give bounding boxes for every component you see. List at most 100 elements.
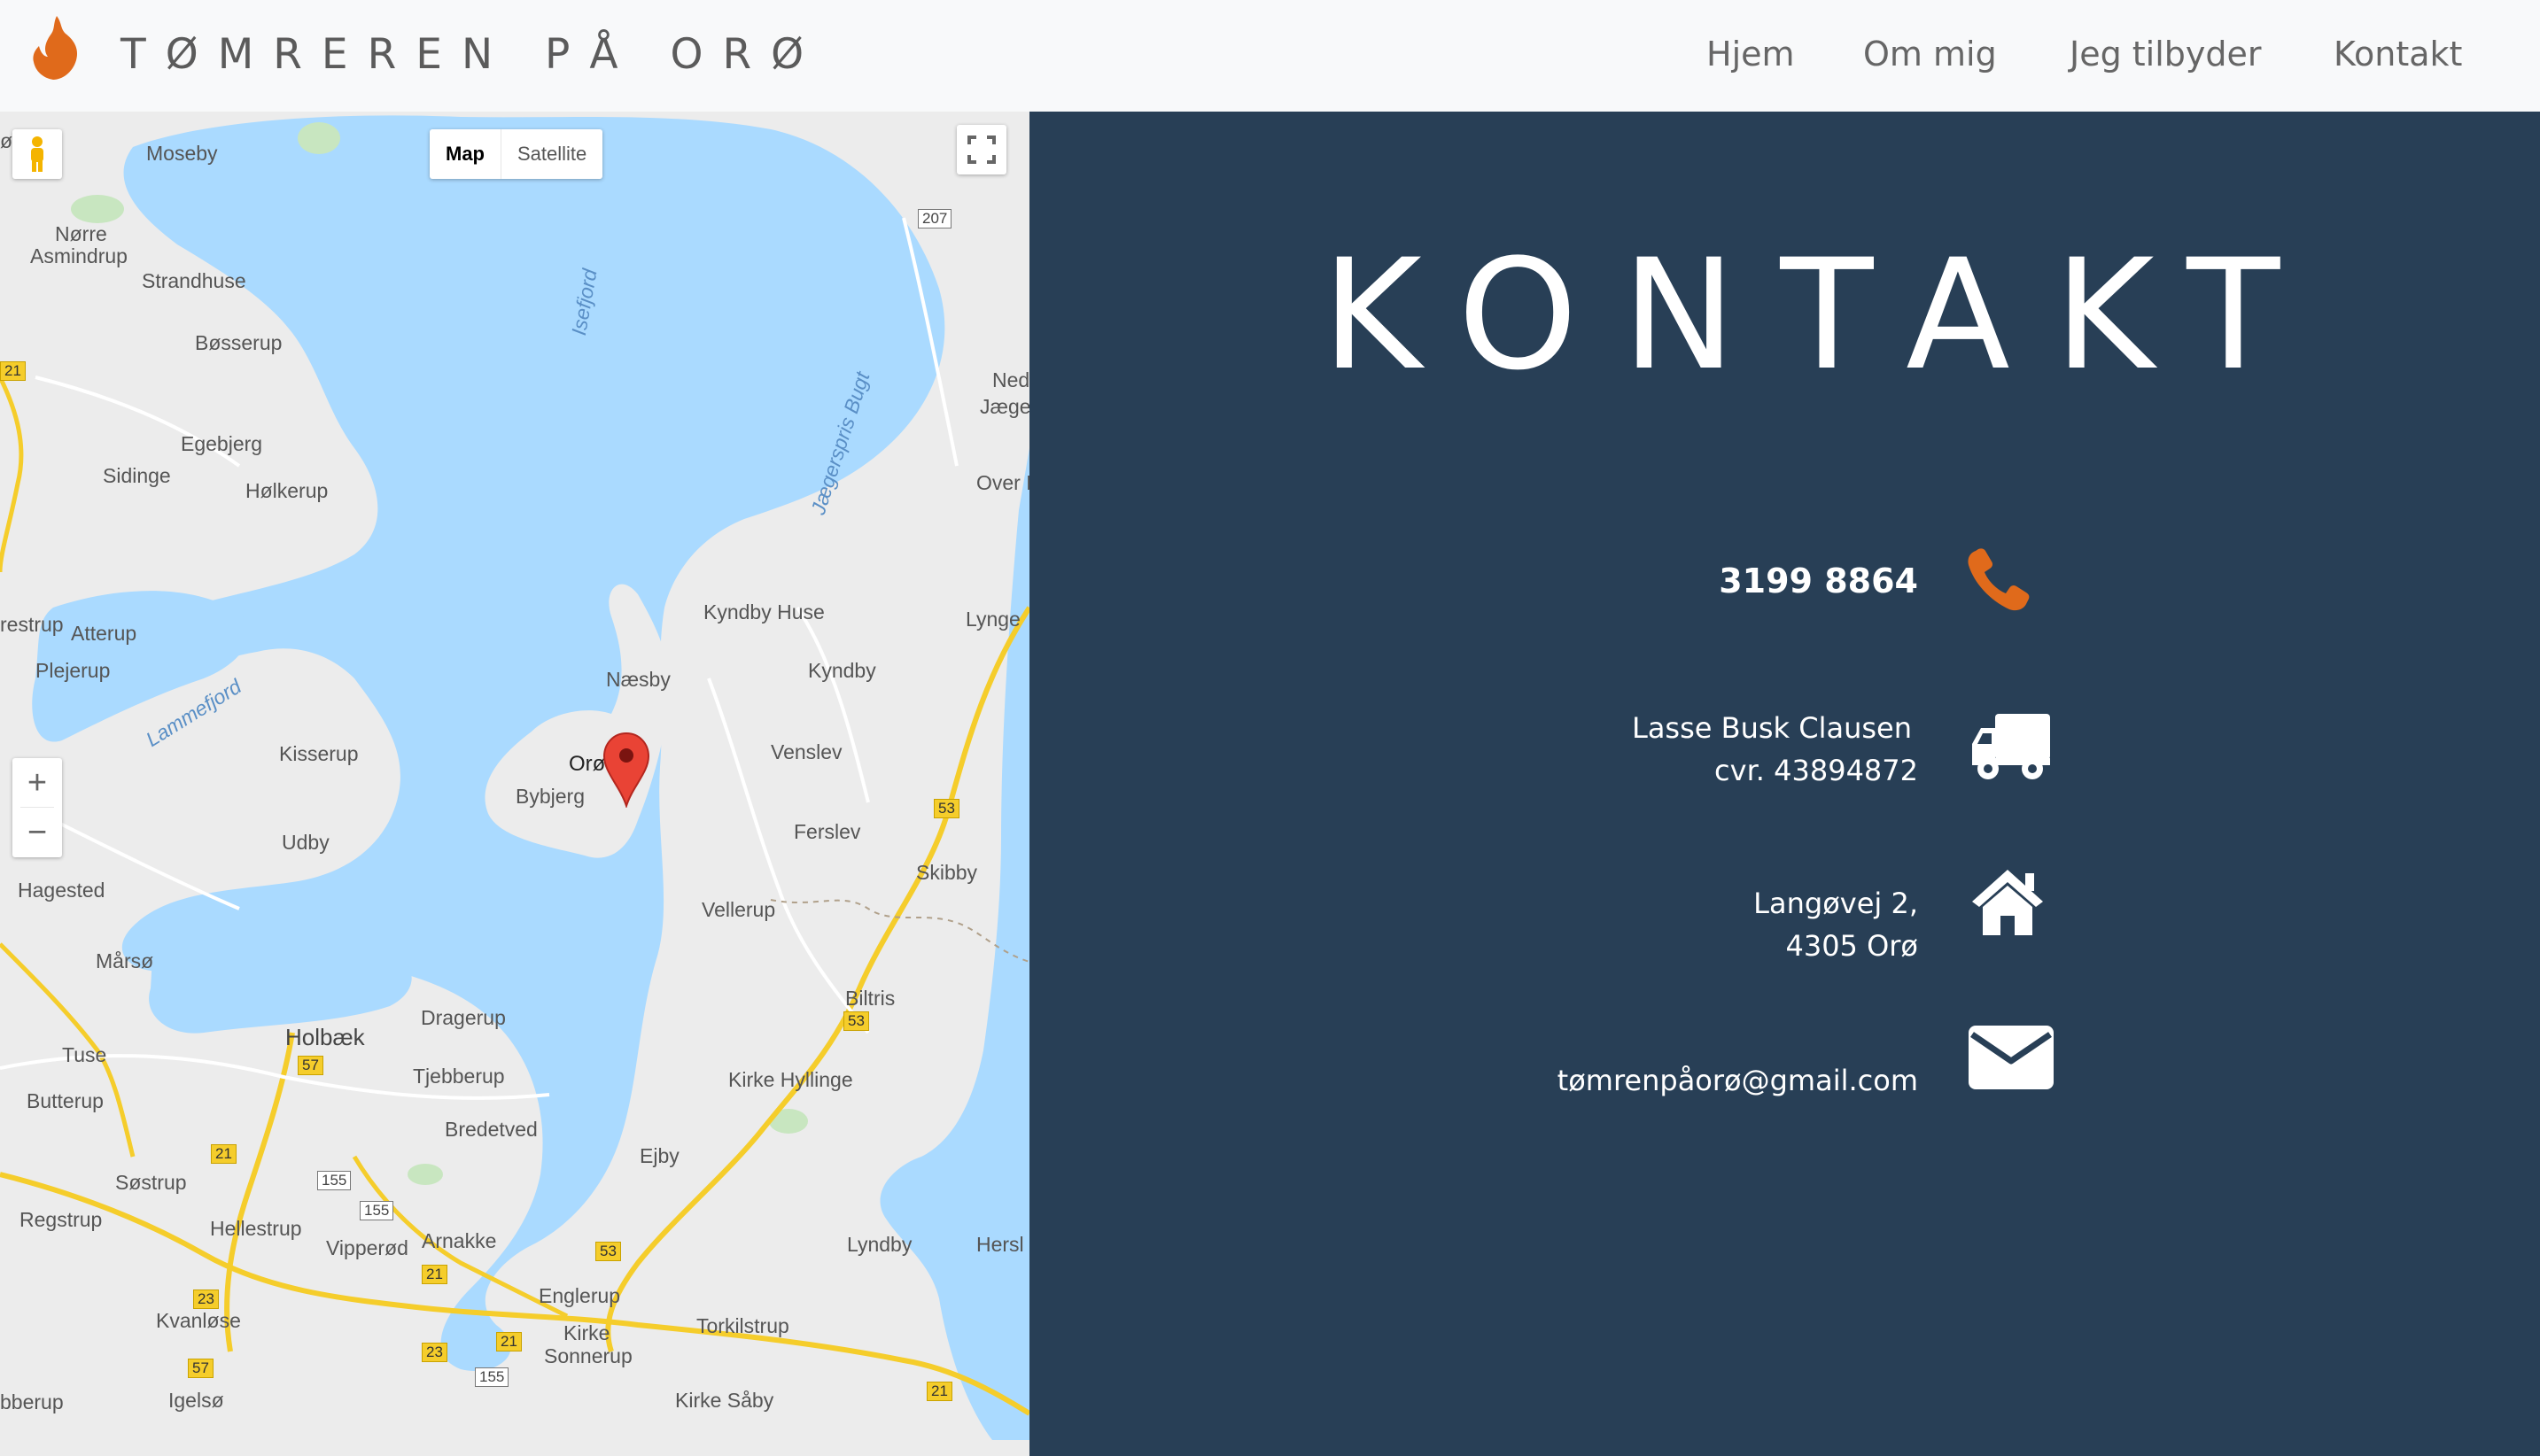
road-shield: 155 xyxy=(475,1367,509,1387)
map-label: Arnakke xyxy=(422,1229,497,1252)
map-type-satellite-button[interactable]: Satellite xyxy=(501,129,602,179)
road-shield: 21 xyxy=(496,1332,522,1351)
road-shield: 53 xyxy=(595,1242,621,1261)
map-label: Vellerup xyxy=(702,898,776,921)
map-label: Hagested xyxy=(18,879,105,902)
map-label: Orø xyxy=(569,752,606,776)
map-label: Vipperød xyxy=(326,1236,408,1259)
flame-logo-icon[interactable] xyxy=(30,14,82,81)
home-icon xyxy=(1972,870,2043,935)
road-shield: 207 xyxy=(918,209,952,228)
contact-title: KONTAKT xyxy=(1322,226,2325,404)
address-city: 4305 Orø xyxy=(1785,929,1918,963)
nav-item-hjem[interactable]: Hjem xyxy=(1706,32,1795,76)
location-marker-icon[interactable] xyxy=(602,732,650,808)
map-label: Udby xyxy=(282,831,330,854)
map-label: Lyndby xyxy=(847,1233,913,1256)
road-shield: 155 xyxy=(317,1171,352,1190)
pegman-icon xyxy=(31,136,43,172)
map-label: Atterup xyxy=(71,622,137,645)
map-label: Egebjerg xyxy=(181,432,263,455)
road-shield: 21 xyxy=(211,1144,237,1164)
map-label: Jæge xyxy=(980,395,1029,418)
brand-title[interactable]: TØMREREN PÅ ORØ xyxy=(120,30,823,80)
zoom-control: + − xyxy=(12,758,62,857)
map-label: Plejerup xyxy=(35,659,111,682)
map-label: Butterup xyxy=(27,1089,104,1112)
nav-item-om-mig[interactable]: Om mig xyxy=(1863,32,1997,76)
map-label: Sonnerup xyxy=(544,1344,633,1367)
road-shield: 21 xyxy=(927,1382,952,1401)
map-label: Regstrup xyxy=(19,1208,103,1231)
road-shield: 21 xyxy=(422,1265,447,1284)
fullscreen-icon xyxy=(967,136,996,164)
cvr-number: cvr. 43894872 xyxy=(1714,754,1918,787)
map-label: Sidinge xyxy=(103,464,171,487)
truck-icon xyxy=(1972,714,2050,779)
map-label: Tuse xyxy=(62,1043,107,1066)
map-label: Biltris xyxy=(845,987,896,1010)
map-label: Ejby xyxy=(640,1144,680,1167)
map-label: Englerup xyxy=(539,1284,621,1307)
map-label: Kisserup xyxy=(279,742,359,765)
map-label: ø xyxy=(0,129,13,152)
map-label: Venslev xyxy=(771,740,843,763)
map-label: Ferslev xyxy=(794,820,861,843)
zoom-out-button[interactable]: − xyxy=(12,808,62,857)
nav-item-kontakt[interactable]: Kontakt xyxy=(2334,32,2462,76)
map-label: Strandhuse xyxy=(142,269,246,292)
phone-number[interactable]: 3199 8864 xyxy=(1209,559,1918,603)
map-label: Mårsø xyxy=(96,949,154,972)
map-label: Skibby xyxy=(916,861,978,884)
map-label: Bredetved xyxy=(445,1118,538,1141)
map-label: Kirke Hyllinge xyxy=(728,1068,853,1091)
road-shield: 57 xyxy=(298,1056,323,1075)
map-label: Næsby xyxy=(606,668,671,691)
map-label: Lynge xyxy=(966,608,1021,631)
map-label: Over D xyxy=(976,471,1029,494)
road-shield: 57 xyxy=(188,1359,214,1378)
road-shield: 23 xyxy=(193,1289,219,1309)
road-shield: 53 xyxy=(934,799,959,818)
map-label: Hellestrup xyxy=(210,1217,302,1240)
map-label: Tjebberup xyxy=(413,1065,505,1088)
map-label: Kirke Såby xyxy=(675,1389,774,1412)
road-shield: 53 xyxy=(843,1011,869,1031)
map-type-map-button[interactable]: Map xyxy=(430,129,501,179)
google-map[interactable]: Moseby Nørre Asmindrup Strandhuse Bøsser… xyxy=(0,112,1029,1456)
road-shield: 23 xyxy=(422,1343,447,1362)
map-type-control: Map Satellite xyxy=(430,129,603,179)
map-label: Kyndby Huse xyxy=(703,600,825,623)
map-label: Hersl xyxy=(976,1233,1024,1256)
navbar: TØMREREN PÅ ORØ Hjem Om mig Jeg tilbyder… xyxy=(0,0,2540,112)
zoom-in-button[interactable]: + xyxy=(12,758,62,808)
map-label: Søstrup xyxy=(115,1171,187,1194)
fullscreen-button[interactable] xyxy=(957,125,1006,174)
email-address[interactable]: tømrenpåorø@gmail.com xyxy=(1209,1061,1918,1100)
map-label: Ned xyxy=(992,368,1029,391)
map-label: Igelsø xyxy=(168,1389,224,1412)
map-label: Kvanløse xyxy=(156,1309,241,1332)
nav-item-jeg-tilbyder[interactable]: Jeg tilbyder xyxy=(2070,32,2262,76)
street-view-pegman-button[interactable] xyxy=(12,129,62,179)
road-shield: 155 xyxy=(360,1201,394,1220)
map-label: Asmindrup xyxy=(30,244,128,267)
road-shield: 21 xyxy=(0,361,26,381)
map-label: bberup xyxy=(0,1390,64,1413)
map-label: Kirke xyxy=(563,1321,610,1344)
company-name: Lasse Busk Clausen xyxy=(1631,711,1912,745)
map-label: Dragerup xyxy=(421,1006,506,1029)
map-label: Torkilstrup xyxy=(696,1314,789,1337)
map-label: Bybjerg xyxy=(516,785,585,808)
map-label: restrup xyxy=(0,613,64,636)
map-label: Holbæk xyxy=(285,1024,365,1050)
map-label: Nørre xyxy=(55,222,107,245)
map-label: Moseby xyxy=(146,142,218,165)
contact-section: KONTAKT 3199 8864 Lasse Busk Clausen cvr… xyxy=(1029,112,2540,1456)
map-label: Kyndby xyxy=(808,659,876,682)
map-label: Hølkerup xyxy=(245,479,329,502)
address-street: Langøvej 2, xyxy=(1753,887,1918,920)
map-label: Bøsserup xyxy=(195,331,283,354)
envelope-icon xyxy=(1969,1026,2054,1089)
phone-icon xyxy=(1968,548,2030,611)
